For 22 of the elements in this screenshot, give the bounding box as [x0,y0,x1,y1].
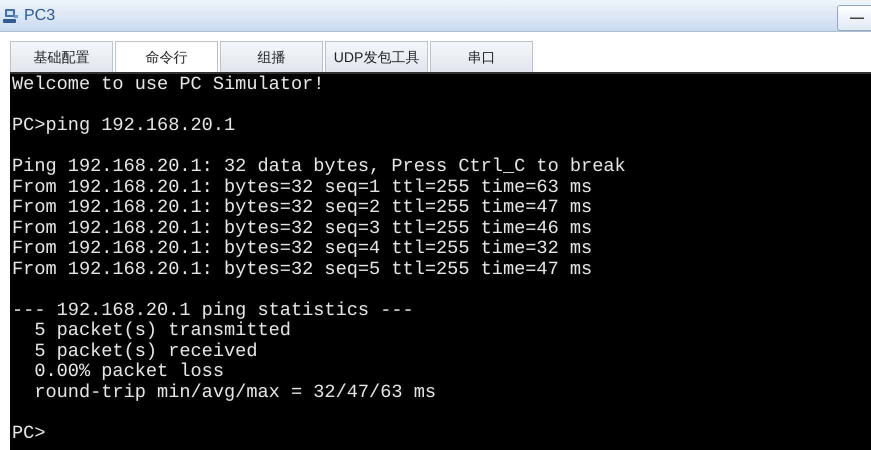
terminal-line: From 192.168.20.1: bytes=32 seq=1 ttl=255 time=63 ms [12,176,592,198]
terminal-line: PC> [12,422,46,444]
terminal-line: round-trip min/avg/max = 32/47/63 ms [33,382,436,402]
terminal-line: Ping 192.168.20.1: 32 data bytes, Press Ctrl_C to break [12,156,626,177]
terminal-line: From 192.168.20.1: bytes=32 seq=5 ttl=255 time=47 ms [12,258,592,280]
terminal-line: Welcome to use PC Simulator! [12,74,324,95]
window-title: PC3 [24,6,56,26]
terminal-line: From 192.168.20.1: bytes=32 seq=3 ttl=255 time=46 ms [12,218,592,238]
terminal-line: 5 packet(s) transmitted [33,320,291,341]
tab[interactable]: 命令行 [115,41,218,72]
terminal-line: --- 192.168.20.1 ping statistics --- [12,300,414,320]
terminal-line: 5 packet(s) received [33,340,258,362]
tab[interactable]: 组播 [220,41,323,72]
tab[interactable]: 串口 [430,41,533,72]
tab[interactable]: UDP发包工具 [325,41,428,72]
minimize-button[interactable]: — [837,4,871,30]
computer-icon [2,6,20,24]
terminal-line: 0.00% packet loss [33,361,224,382]
terminal-line: PC>ping 192.168.20.1 [12,115,236,136]
tab[interactable]: 基础配置 [10,41,113,72]
terminal-line: From 192.168.20.1: bytes=32 seq=2 ttl=255 time=47 ms [12,197,592,218]
terminal-line: From 192.168.20.1: bytes=32 seq=4 ttl=255 time=32 ms [12,238,592,259]
